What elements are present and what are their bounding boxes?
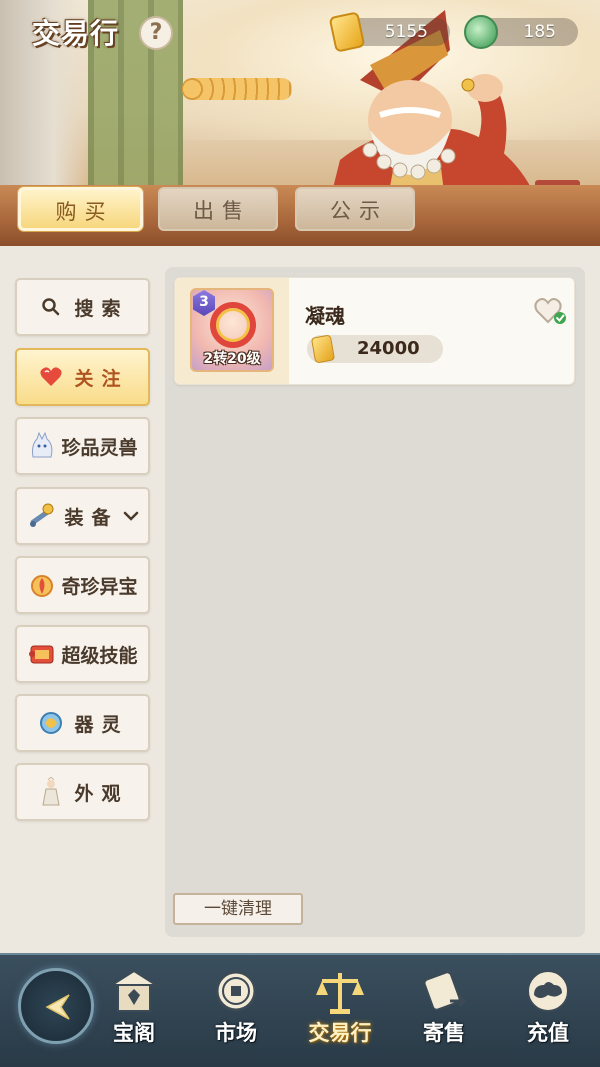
nav-label: 寄售 <box>423 1021 465 1045</box>
item-price: 24000 <box>307 334 443 364</box>
jade-currency-display: 185 <box>464 15 578 49</box>
coin-icon <box>208 967 264 1019</box>
item-card[interactable]: 2转20级 <box>174 277 575 385</box>
nav-label: 交易行 <box>308 1021 372 1045</box>
category-spirit-beast[interactable]: 珍品灵兽 <box>15 417 150 475</box>
cloud-icon <box>520 967 576 1019</box>
nav-market[interactable]: 市场 <box>188 963 284 1059</box>
heart-icon <box>36 362 66 392</box>
soul-ring-icon <box>210 302 256 348</box>
category-label: 装备 <box>64 506 119 529</box>
spirit-beast-icon <box>27 431 57 461</box>
gold-ingot-icon <box>310 334 336 364</box>
item-level-text: 2转20级 <box>203 351 261 367</box>
nav-label: 充值 <box>527 1021 569 1045</box>
nav-pavilion[interactable]: 宝阁 <box>86 963 182 1059</box>
item-name: 凝魂 <box>305 304 345 328</box>
appearance-icon <box>36 777 66 807</box>
category-favorites[interactable]: 关注 <box>15 348 150 406</box>
treasure-icon <box>27 570 57 600</box>
back-arrow-icon <box>45 994 70 1020</box>
pavilion-icon <box>106 967 162 1019</box>
category-label: 关注 <box>74 367 129 390</box>
help-button[interactable]: ? <box>139 16 173 50</box>
category-label: 器灵 <box>74 713 129 736</box>
nav-trading-house[interactable]: 交易行 <box>292 963 388 1059</box>
category-equipment[interactable]: 装备 <box>15 487 150 545</box>
scales-icon <box>312 967 368 1019</box>
category-search[interactable]: 搜索 <box>15 278 150 336</box>
back-button[interactable] <box>18 968 94 1044</box>
nav-recharge[interactable]: 充值 <box>500 963 596 1059</box>
category-appearance[interactable]: 外观 <box>15 763 150 821</box>
favorite-heart-icon[interactable] <box>533 296 567 326</box>
artifact-spirit-icon <box>36 708 66 738</box>
search-icon <box>36 292 66 322</box>
gold-ingot-icon <box>328 11 366 53</box>
category-label: 超级技能 <box>61 644 138 667</box>
banner-buns <box>182 78 292 100</box>
category-treasure[interactable]: 奇珍异宝 <box>15 556 150 614</box>
gold-amount: 5155 <box>384 22 428 42</box>
clear-all-button[interactable]: 一键清理 <box>173 893 303 925</box>
category-super-skill[interactable]: 超级技能 <box>15 625 150 683</box>
nav-label: 宝阁 <box>113 1021 155 1045</box>
page-title: 交易行 <box>32 17 120 50</box>
jade-amount: 185 <box>523 22 556 42</box>
nav-label: 市场 <box>215 1021 257 1045</box>
tab-notice[interactable]: 公示 <box>295 187 415 231</box>
category-label: 外观 <box>74 782 129 805</box>
skill-scroll-icon <box>27 639 57 669</box>
gold-currency-display: 5155 <box>328 11 450 53</box>
question-icon: ? <box>149 20 163 45</box>
chevron-down-icon <box>123 507 139 526</box>
category-artifact-spirit[interactable]: 器灵 <box>15 694 150 752</box>
tab-sell[interactable]: 出售 <box>158 187 278 231</box>
price-value: 24000 <box>357 338 420 359</box>
tab-buy[interactable]: 购买 <box>18 187 143 231</box>
category-label: 奇珍异宝 <box>61 575 138 598</box>
nav-consign[interactable]: 寄售 <box>396 963 492 1059</box>
category-label: 珍品灵兽 <box>61 436 138 459</box>
jade-coin-icon <box>464 15 498 49</box>
consign-icon <box>416 967 472 1019</box>
equipment-icon <box>26 501 56 531</box>
category-label: 搜索 <box>74 297 129 320</box>
